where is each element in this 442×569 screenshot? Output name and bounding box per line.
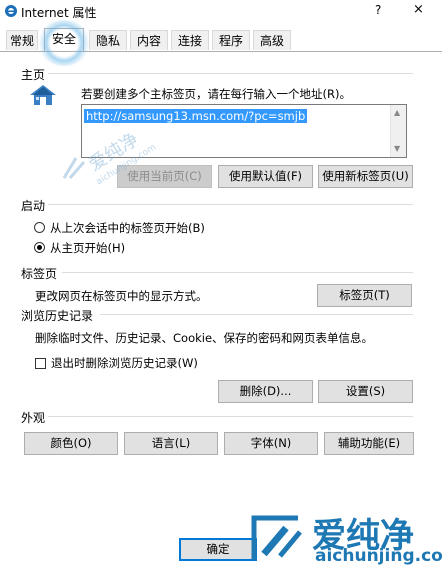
tabs-header: 标签页 [21,267,58,281]
appearance-header: 外观 [21,411,46,425]
delete-on-exit-checkbox[interactable] [35,358,46,369]
scroll-up-icon[interactable]: ▲ [394,108,400,117]
help-button[interactable]: ? [375,3,381,17]
startup-last-session-label[interactable]: 从上次会话中的标签页开始(B) [50,220,205,236]
startup-home-radio[interactable] [34,242,45,253]
watermark-url: aichunjing.com [315,546,442,566]
fonts-button[interactable]: 字体(N) [224,432,318,455]
history-header: 浏览历史记录 [21,309,94,323]
history-separator [100,314,413,315]
startup-last-session-radio[interactable] [34,222,45,233]
use-current-button[interactable]: 使用当前页(C) [117,165,212,188]
home-url-value[interactable]: http://samsung13.msn.com/?pc=smjb [84,109,308,123]
tab-general[interactable]: 常规 [6,30,38,50]
delete-history-button[interactable]: 删除(D)... [218,380,313,403]
home-house-icon [30,85,56,105]
tab-connections[interactable]: 连接 [171,30,209,50]
home-separator [48,73,413,74]
startup-separator [48,204,413,205]
tab-programs[interactable]: 程序 [212,30,250,50]
tab-advanced[interactable]: 高级 [253,30,291,50]
ok-button[interactable]: 确定 [179,538,257,561]
title-bar: Internet 属性 ? × [0,0,442,24]
startup-home-label[interactable]: 从主页开始(H) [50,240,125,256]
tab-content[interactable]: 内容 [130,30,168,50]
internet-explorer-icon [5,5,17,17]
startup-header: 启动 [21,199,46,213]
tab-divider [0,51,442,52]
home-header: 主页 [21,68,46,82]
delete-on-exit-label[interactable]: 退出时删除浏览历史记录(W) [51,355,198,371]
history-description: 删除临时文件、历史记录、Cookie、保存的密码和网页表单信息。 [35,331,374,345]
watermark-brand-logo [251,515,302,560]
tab-privacy[interactable]: 隐私 [89,30,127,50]
textarea-scrollbar[interactable]: ▲ ▼ [390,105,406,157]
history-settings-button[interactable]: 设置(S) [318,380,413,403]
colors-button[interactable]: 颜色(O) [24,432,118,455]
languages-button[interactable]: 语言(L) [124,432,218,455]
tabs-button[interactable]: 标签页(T) [317,284,412,307]
use-default-button[interactable]: 使用默认值(F) [218,165,313,188]
accessibility-button[interactable]: 辅助功能(E) [324,432,414,455]
tabs-separator [62,272,413,273]
home-instruction: 若要创建多个主标签页，请在每行输入一个地址(R)。 [81,87,351,101]
use-new-tab-button[interactable]: 使用新标签页(U) [318,165,413,188]
tabs-description: 更改网页在标签页中的显示方式。 [35,289,208,303]
scroll-down-icon[interactable]: ▼ [394,144,400,153]
appearance-separator [48,416,413,417]
close-button[interactable]: × [413,2,424,17]
window-title: Internet 属性 [21,6,97,20]
tab-security[interactable]: 安全 [44,28,84,52]
